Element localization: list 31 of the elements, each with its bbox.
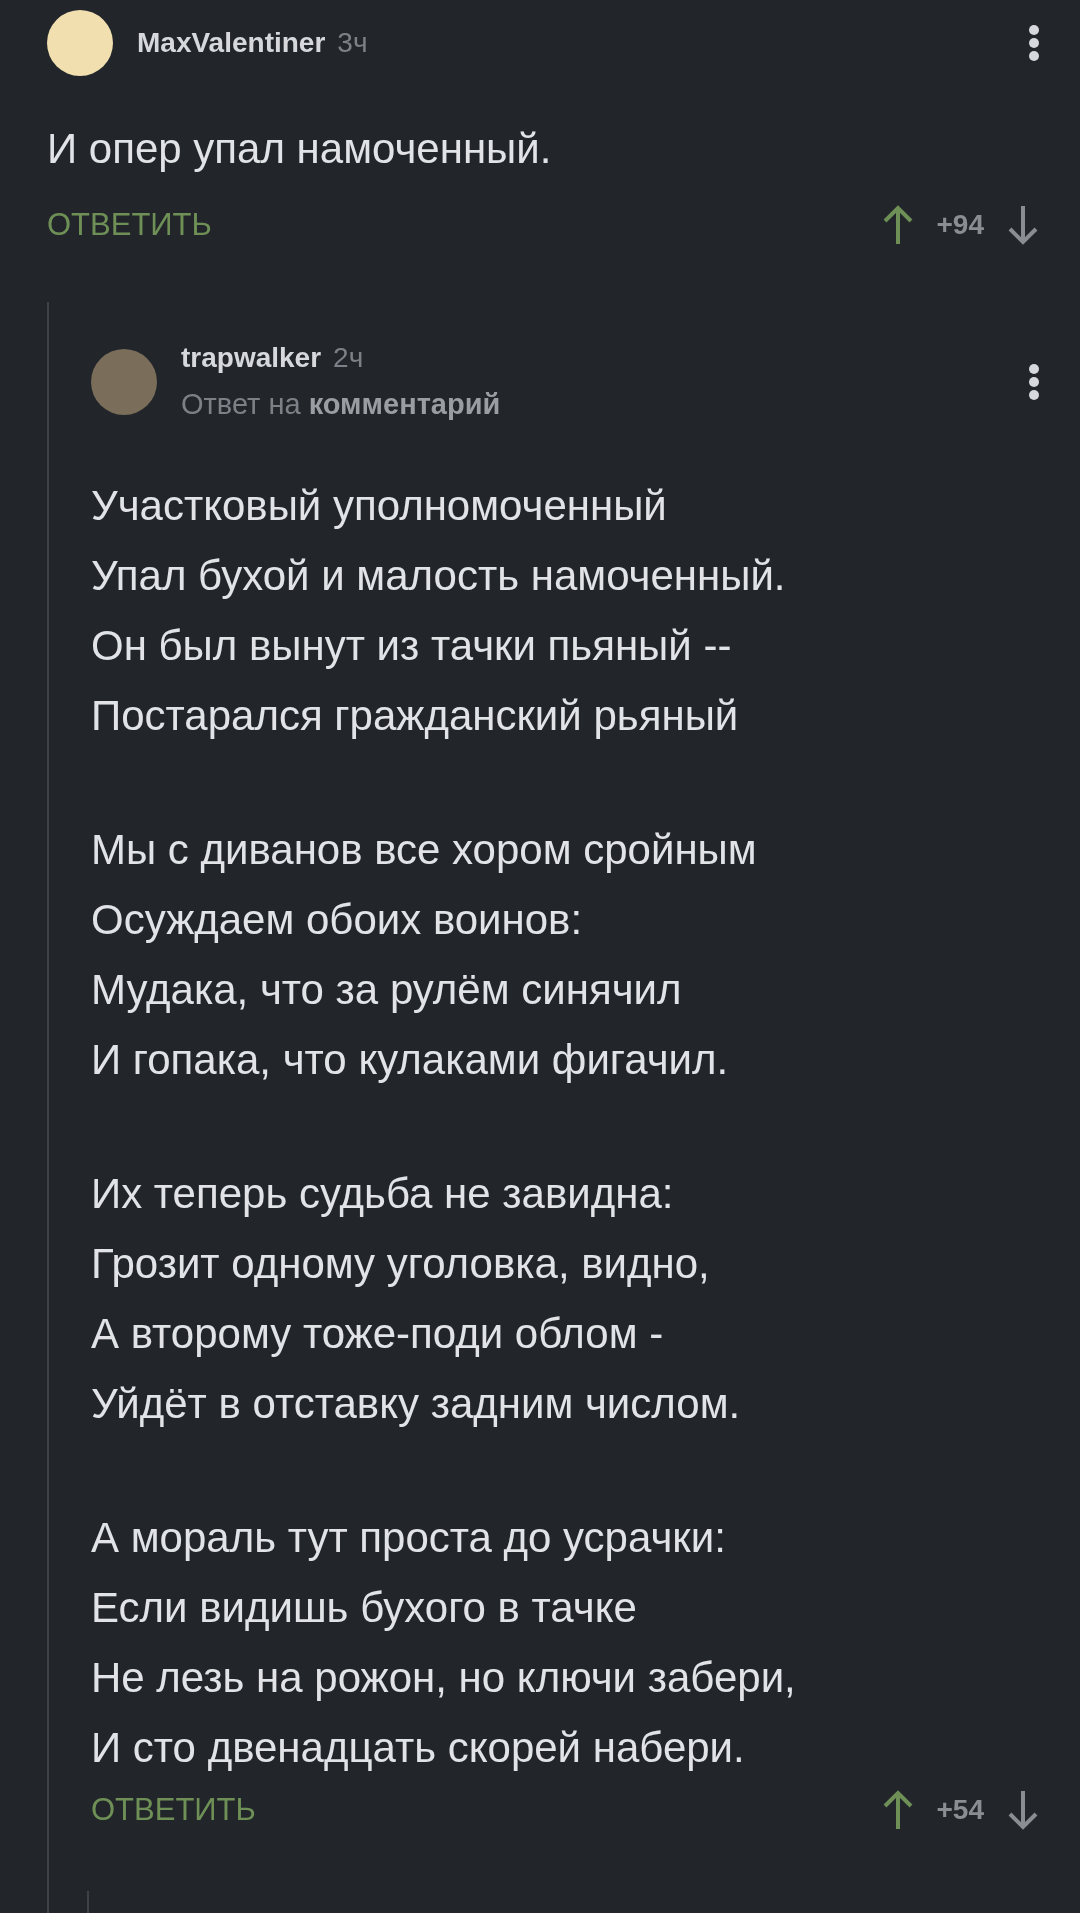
- downvote-arrow-icon[interactable]: [1006, 1789, 1040, 1831]
- poem-line: И сто двенадцать скорей набери.: [91, 1723, 746, 1773]
- poem-line: Постарался гражданский рьяный: [91, 691, 740, 741]
- poem-line: Он был вынут из тачки пьяный --: [91, 621, 733, 671]
- poem-line: Участковый уполномоченный: [91, 481, 668, 531]
- author-name[interactable]: trapwalker: [181, 342, 322, 374]
- poem-line: Мы с диванов все хором сройным: [91, 825, 758, 875]
- more-menu-icon[interactable]: [1028, 24, 1040, 62]
- rating-count: +54: [936, 1794, 984, 1826]
- poem-line: А мораль тут проста до усрачки:: [91, 1513, 727, 1563]
- poem-line: Их теперь судьба не завидна:: [91, 1169, 675, 1219]
- rating-count: +94: [936, 209, 984, 241]
- poem-line: Мудака, что за рулём синячил: [91, 965, 683, 1015]
- comment-text: И опер упал намоченный.: [47, 124, 553, 174]
- poem-line: Если видишь бухого в тачке: [91, 1583, 638, 1633]
- poem-line: И гопака, что кулаками фигачил.: [91, 1035, 730, 1085]
- poem-line: Грозит одному уголовка, видно,: [91, 1239, 711, 1289]
- poem-line: А второму тоже-поди облом -: [91, 1309, 665, 1359]
- poem-line: Не лезь на рожон, но ключи забери,: [91, 1653, 797, 1703]
- more-menu-icon[interactable]: [1028, 362, 1040, 401]
- reply-to-text: Ответ на комментарий: [181, 388, 501, 421]
- poem-line: Осуждаем обоих воинов:: [91, 895, 584, 945]
- reply-button[interactable]: ОТВЕТИТЬ: [91, 1792, 256, 1828]
- author-name[interactable]: MaxValentiner: [137, 27, 326, 59]
- poem-line: Упал бухой и малость намоченный.: [91, 551, 787, 601]
- comment-time: 3ч: [337, 27, 368, 59]
- reply-button[interactable]: ОТВЕТИТЬ: [47, 207, 212, 243]
- comment-time: 2ч: [333, 342, 364, 374]
- poem-line: Уйдёт в отставку задним числом.: [91, 1379, 742, 1429]
- downvote-arrow-icon[interactable]: [1006, 204, 1040, 246]
- comment-link[interactable]: комментарий: [308, 388, 501, 420]
